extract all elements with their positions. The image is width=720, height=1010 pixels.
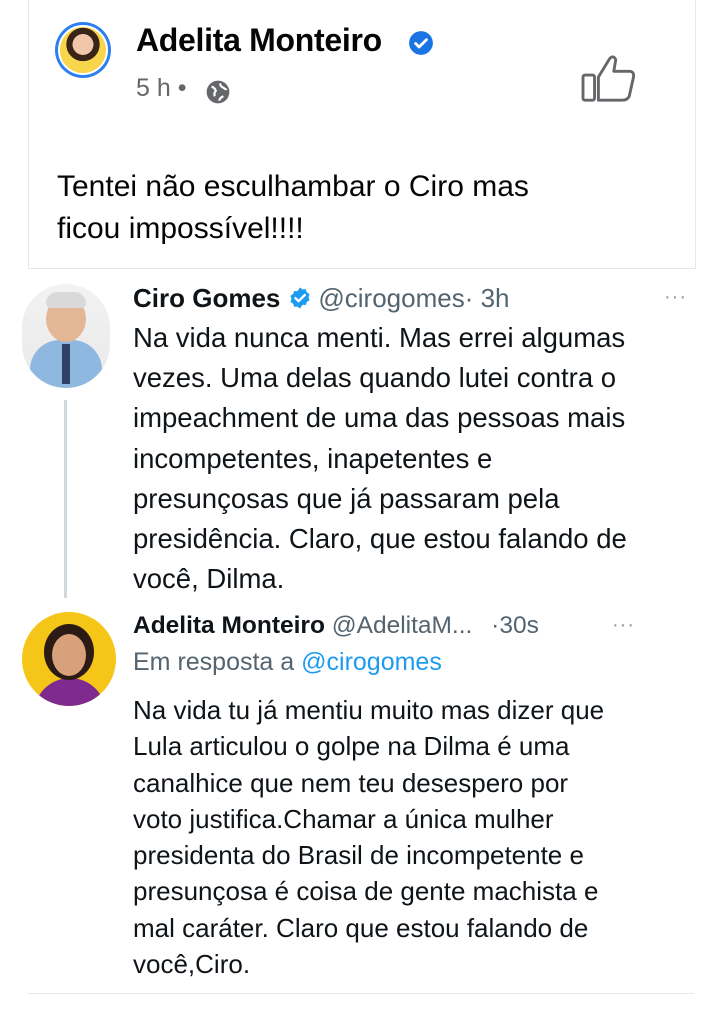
avatar-tie [62, 344, 70, 384]
thumbs-up-icon[interactable] [580, 52, 638, 104]
tweet-text-line: voto justifica.Chamar a única mulher [133, 803, 554, 834]
verified-badge-icon [290, 287, 310, 309]
post-text-line: Tentei não esculhambar o Ciro mas [57, 170, 529, 203]
tweet-1-time[interactable]: · 3h [465, 283, 510, 313]
adelita-avatar[interactable] [22, 612, 116, 706]
more-options-icon[interactable]: ··· [664, 286, 687, 309]
post-text: Tentei não esculhambar o Ciro mas ficou … [57, 166, 677, 250]
thread-connector-line [64, 400, 67, 598]
tweet-1-header: Ciro Gomes @cirogomes· 3h [133, 282, 510, 314]
avatar-hair [46, 292, 86, 308]
tweet-text-line: presidenta do Brasil de incompetente e [133, 840, 584, 871]
reply-prefix: Em resposta a [133, 648, 295, 676]
more-options-icon[interactable]: ··· [612, 614, 635, 637]
post-text-line: ficou impossível!!!! [57, 212, 304, 245]
tweet-1-text: Na vida nunca menti. Mas errei algumas v… [133, 318, 708, 599]
meta-separator: • [177, 74, 187, 102]
tweet-2-handle[interactable]: @AdelitaM... [332, 612, 473, 639]
tweet-text-line: mal caráter. Claro que estou falando de [133, 912, 589, 943]
tweet-text-line: incompetentes, inapetentes e [133, 442, 493, 474]
post-time[interactable]: 5 h [136, 74, 171, 102]
tweet-2-time[interactable]: ·30s [491, 612, 539, 639]
bottom-divider [28, 993, 694, 994]
reply-context: Em resposta a @cirogomes [133, 648, 442, 677]
tweet-text-line: vezes. Uma delas quando lutei contra o [133, 362, 617, 394]
tweet-2-text: Na vida tu já mentiu muito mas dizer que… [133, 692, 693, 982]
globe-icon[interactable] [205, 79, 231, 105]
avatar-face [52, 634, 86, 676]
post-meta: 5 h • [136, 74, 186, 103]
tweet-2-author-name[interactable]: Adelita Monteiro [133, 612, 325, 639]
ciro-avatar[interactable] [22, 284, 110, 388]
author-avatar-image [58, 25, 108, 75]
tweet-text-line: presidência. Claro, que estou falando de [133, 523, 627, 555]
tweet-2-header: Adelita Monteiro @AdelitaM... ·30s [133, 610, 539, 642]
tweet-1-author-name[interactable]: Ciro Gomes [133, 283, 280, 313]
post-author-name[interactable]: Adelita Monteiro [136, 22, 382, 59]
tweet-text-line: Lula articulou o golpe na Dilma é uma [133, 731, 570, 762]
tweet-text-line: Na vida tu já mentiu muito mas dizer que [133, 695, 605, 725]
reply-handle-link[interactable]: @cirogomes [301, 648, 442, 676]
verified-badge-icon [409, 31, 433, 55]
avatar-body [34, 678, 106, 706]
tweet-text-line: impeachment de uma das pessoas mais [133, 402, 626, 434]
tweet-text-line: presunçosas que já passaram pela [133, 482, 560, 514]
tweet-text-line: você,Ciro. [133, 949, 251, 980]
tweet-text-line: presunçosa é coisa de gente machista e [133, 876, 599, 907]
tweet-text-line: canalhice que nem teu desespero por [133, 767, 569, 798]
tweet-text-line: você, Dilma. [133, 563, 285, 595]
tweet-text-line: Na vida nunca menti. Mas errei algumas [133, 322, 626, 353]
author-avatar[interactable] [55, 22, 111, 78]
tweet-1-handle[interactable]: @cirogomes [318, 283, 464, 313]
